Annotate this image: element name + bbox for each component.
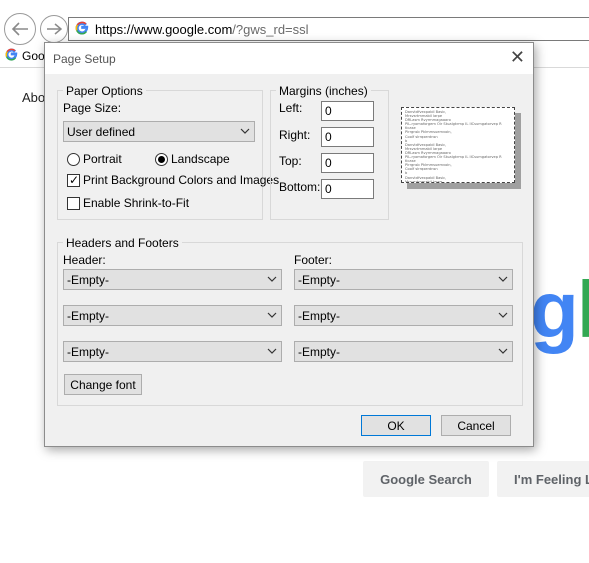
google-favicon-icon: [75, 21, 89, 38]
header-value-2: -Empty-: [67, 308, 109, 323]
chevron-down-icon: [240, 128, 250, 134]
header-value-3: -Empty-: [67, 344, 109, 359]
top-margin-label: Top:: [279, 154, 302, 168]
url-path: /?gws_rd=ssl: [232, 21, 309, 37]
headers-footers-title: Headers and Footers: [63, 236, 182, 250]
checkmark-icon: ✓: [69, 173, 80, 187]
footer-select-1[interactable]: -Empty-: [294, 269, 513, 290]
chevron-down-icon: [498, 348, 508, 354]
paper-options-title: Paper Options: [63, 84, 146, 98]
chevron-down-icon: [267, 312, 277, 318]
footer-value-2: -Empty-: [298, 308, 340, 323]
footer-select-3[interactable]: -Empty-: [294, 341, 513, 362]
page-size-label: Page Size:: [63, 101, 122, 115]
change-font-button[interactable]: Change font: [64, 374, 142, 395]
url-host: https://www.google.com: [95, 21, 233, 37]
close-icon[interactable]: ✕: [510, 48, 525, 66]
arrow-right-icon: [47, 23, 62, 35]
page-setup-dialog: Page Setup ✕ Paper Options Page Size: Us…: [44, 42, 534, 447]
left-margin-label: Left:: [279, 101, 303, 115]
footer-label: Footer:: [294, 253, 333, 267]
browser-tab[interactable]: Goo: [0, 45, 45, 67]
page-size-select[interactable]: User defined: [63, 121, 255, 142]
margins-title: Margins (inches): [276, 84, 371, 98]
header-value-1: -Empty-: [67, 272, 109, 287]
chevron-down-icon: [267, 276, 277, 282]
back-button[interactable]: [4, 13, 36, 45]
google-search-button[interactable]: Google Search: [363, 461, 489, 497]
portrait-radio[interactable]: [67, 153, 80, 166]
footer-value-1: -Empty-: [298, 272, 340, 287]
dialog-titlebar: Page Setup ✕: [45, 43, 533, 74]
google-logo: gl: [530, 265, 589, 354]
landscape-radio[interactable]: [155, 153, 168, 166]
header-label: Header:: [63, 253, 106, 267]
print-background-checkbox[interactable]: ✓: [67, 173, 80, 187]
footer-value-3: -Empty-: [298, 344, 340, 359]
header-select-3[interactable]: -Empty-: [63, 341, 282, 362]
address-bar[interactable]: https://www.google.com/?gws_rd=ssl: [68, 17, 589, 41]
header-select-2[interactable]: -Empty-: [63, 305, 282, 326]
top-margin-input[interactable]: 0: [321, 153, 374, 173]
right-margin-label: Right:: [279, 128, 311, 142]
page-size-value: User defined: [67, 124, 136, 139]
feeling-lucky-button[interactable]: I'm Feeling L: [497, 461, 589, 497]
header-select-1[interactable]: -Empty-: [63, 269, 282, 290]
shrink-to-fit-label[interactable]: Enable Shrink-to-Fit: [83, 196, 189, 210]
ok-button[interactable]: OK: [361, 415, 431, 436]
about-link[interactable]: Abo: [22, 90, 45, 105]
bottom-margin-input[interactable]: 0: [321, 179, 374, 199]
cancel-button[interactable]: Cancel: [441, 415, 511, 436]
portrait-label[interactable]: Portrait: [83, 152, 122, 166]
page-preview: Danvtdfvexpabil Basic, Mrsvsrtmmabil lar…: [401, 107, 521, 189]
chevron-down-icon: [267, 348, 277, 354]
landscape-label[interactable]: Landscape: [171, 152, 230, 166]
left-margin-input[interactable]: 0: [321, 101, 374, 121]
shrink-to-fit-checkbox[interactable]: [67, 197, 80, 210]
chevron-down-icon: [498, 312, 508, 318]
google-favicon-icon: [5, 48, 18, 64]
right-margin-input[interactable]: 0: [321, 127, 374, 147]
print-background-label[interactable]: Print Background Colors and Images: [83, 173, 279, 187]
tab-title: Goo: [22, 49, 45, 63]
forward-button[interactable]: [40, 15, 68, 43]
footer-select-2[interactable]: -Empty-: [294, 305, 513, 326]
preview-page: Danvtdfvexpabil Basic, Mrsvsrtmmabil lar…: [401, 107, 515, 183]
bottom-margin-label: Bottom:: [279, 180, 321, 194]
dialog-title: Page Setup: [53, 52, 116, 66]
chevron-down-icon: [498, 276, 508, 282]
arrow-left-icon: [11, 22, 28, 36]
